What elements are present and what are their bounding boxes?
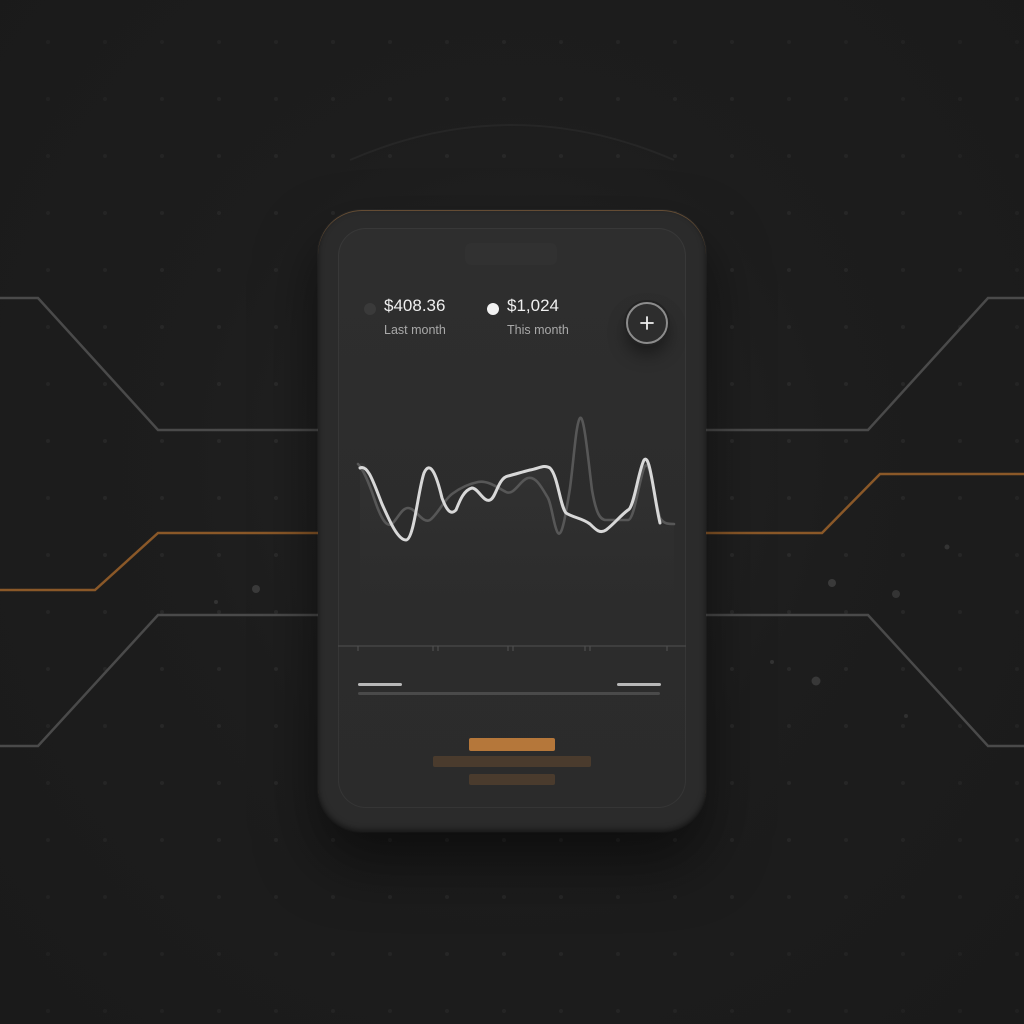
placeholder-text-bar (433, 756, 591, 767)
spending-line-chart (338, 416, 686, 695)
phone-mockup: $408.36 Last month $1,024 This month (318, 210, 706, 832)
range-slider-end-handle[interactable] (617, 683, 661, 686)
scene-background: $408.36 Last month $1,024 This month (0, 0, 1024, 1024)
range-slider-track[interactable] (358, 692, 660, 695)
primary-action-button[interactable] (469, 738, 555, 751)
placeholder-text-bar-short (469, 774, 555, 785)
chart-axis-ticks (357, 646, 668, 651)
range-slider-start-handle[interactable] (358, 683, 402, 686)
phone-screen: $408.36 Last month $1,024 This month (338, 228, 686, 808)
